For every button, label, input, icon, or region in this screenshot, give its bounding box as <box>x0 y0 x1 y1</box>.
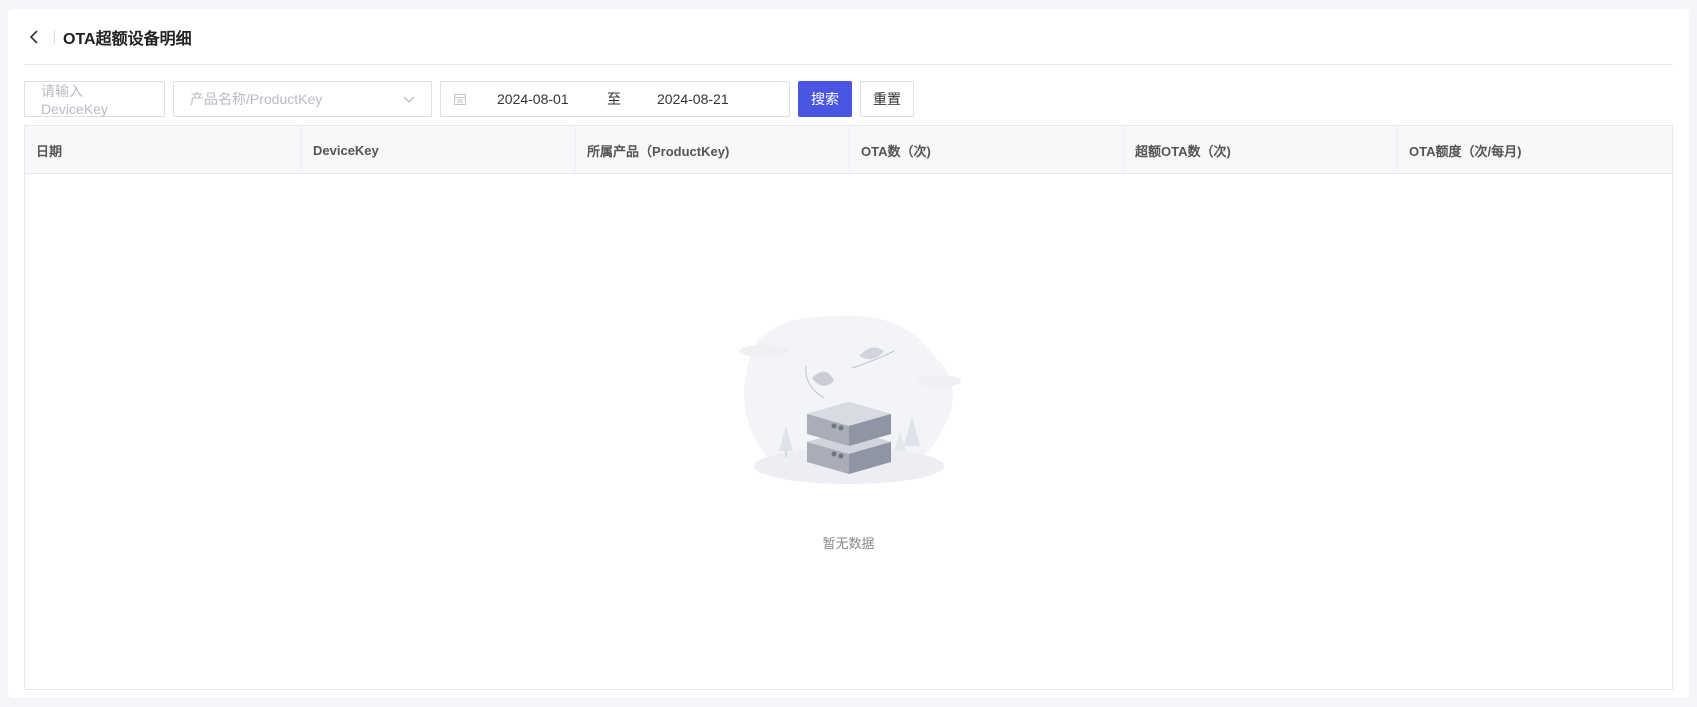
date-end[interactable]: 2024-08-21 <box>657 91 767 107</box>
table-header: 日期 DeviceKey 所属产品（ProductKey) OTA数（次) 超额… <box>25 126 1672 174</box>
back-icon[interactable] <box>24 27 44 47</box>
column-header-excess-ota: 超额OTA数（次) <box>1124 126 1398 174</box>
column-header-devicekey: DeviceKey <box>302 126 576 174</box>
page-title: OTA超额设备明细 <box>63 30 192 48</box>
empty-state: 暂无数据 <box>25 306 1672 552</box>
product-select[interactable]: 产品名称/ProductKey <box>173 81 432 117</box>
empty-illustration <box>738 315 961 484</box>
main-card: OTA超额设备明细 请输入DeviceKey 产品名称/ProductKey 2… <box>8 9 1689 698</box>
column-header-date: 日期 <box>25 126 302 174</box>
device-key-placeholder: 请输入DeviceKey <box>41 83 108 117</box>
header-divider <box>54 29 55 44</box>
date-range-picker[interactable]: 2024-08-01 至 2024-08-21 <box>440 81 790 117</box>
column-header-ota-quota: OTA额度（次/每月) <box>1409 143 1522 159</box>
chevron-down-icon <box>403 91 415 107</box>
device-key-input[interactable]: 请输入DeviceKey <box>24 81 165 117</box>
date-separator: 至 <box>607 91 621 107</box>
column-header-product: 所属产品（ProductKey) <box>576 126 850 174</box>
date-start[interactable]: 2024-08-01 <box>497 91 607 107</box>
page-header: OTA超额设备明细 <box>24 9 1673 65</box>
data-table: 日期 DeviceKey 所属产品（ProductKey) OTA数（次) 超额… <box>24 125 1673 690</box>
calendar-icon <box>453 92 467 106</box>
empty-text: 暂无数据 <box>822 536 875 551</box>
search-button[interactable]: 搜索 <box>798 81 852 117</box>
filter-toolbar: 请输入DeviceKey 产品名称/ProductKey 2024-08-01 … <box>24 81 914 117</box>
reset-button[interactable]: 重置 <box>860 81 914 117</box>
column-header-ota-count: OTA数（次) <box>850 126 1124 174</box>
product-select-placeholder: 产品名称/ProductKey <box>190 91 323 107</box>
